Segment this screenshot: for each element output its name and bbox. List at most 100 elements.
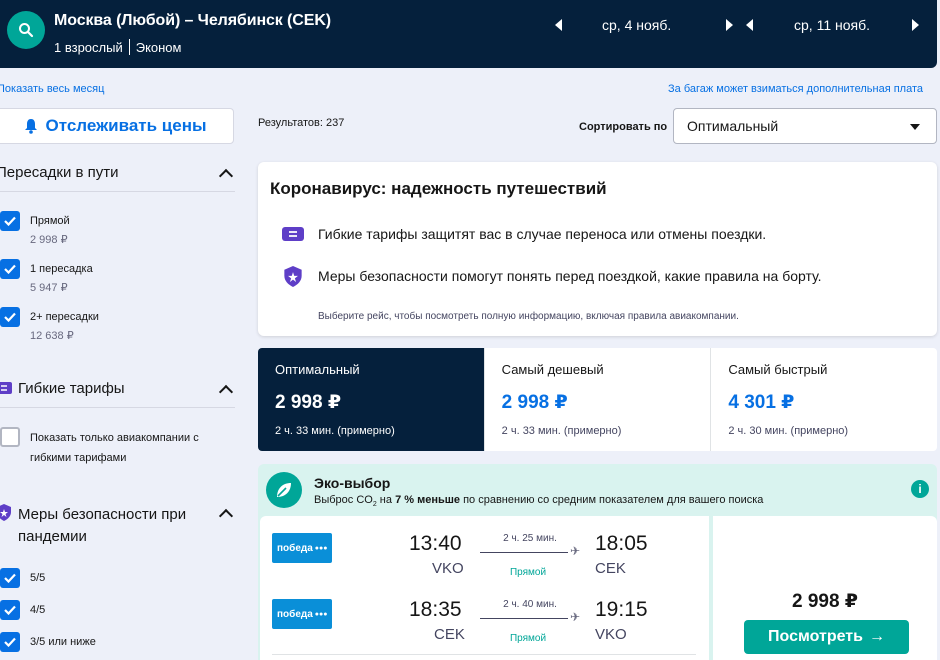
direct-checkbox[interactable] (0, 211, 20, 231)
depart-date[interactable]: ср, 4 нояб. (602, 17, 726, 33)
check-icon (4, 573, 16, 583)
flex-filter-title[interactable]: Гибкие тарифы (18, 380, 125, 397)
airline-logo: победа ●●● (272, 599, 332, 629)
passenger-info[interactable]: 1 взрослый Эконом (54, 39, 181, 55)
outbound-arrive-code: CEK (595, 560, 626, 577)
safety-4-checkbox[interactable] (0, 600, 20, 620)
two-plus-stops-checkbox[interactable] (0, 307, 20, 327)
offer-price: 2 998 ₽ (791, 591, 859, 612)
plane-icon: ✈ (570, 610, 581, 624)
safety-5-checkbox[interactable] (0, 568, 20, 588)
return-arrive-time: 19:15 (595, 598, 648, 621)
outbound-depart-time: 13:40 (409, 532, 462, 555)
cabin-label: Эконом (135, 39, 182, 55)
outbound-duration: 2 ч. 25 мин. (503, 533, 557, 544)
prev-depart-date-icon[interactable] (555, 19, 562, 31)
one-stop-checkbox[interactable] (0, 259, 20, 279)
outbound-stops: Прямой (509, 567, 547, 578)
collapse-stops-icon[interactable] (218, 168, 234, 184)
info-icon[interactable]: i (911, 480, 929, 498)
tab-best-time: 2 ч. 33 мин. (примерно) (275, 425, 395, 437)
whole-month-link[interactable]: Показать весь месяц (0, 83, 104, 95)
flex-ticket-icon (0, 381, 12, 395)
return-date[interactable]: ср, 11 нояб. (794, 17, 912, 33)
direct-price: 2 998 ₽ (30, 234, 68, 246)
tab-fastest-price: 4 301 ₽ (728, 392, 795, 413)
price-panel: 2 998 ₽ Посмотреть → (713, 516, 937, 660)
tab-best[interactable]: Оптимальный 2 998 ₽ 2 ч. 33 мин. (пример… (258, 348, 485, 451)
tab-fastest[interactable]: Самый быстрый 4 301 ₽ 2 ч. 30 мин. (прим… (711, 348, 937, 451)
return-stops: Прямой (509, 633, 547, 644)
two-plus-stops-label: 2+ пересадки (30, 311, 99, 323)
route-line (480, 552, 568, 553)
divider (272, 654, 696, 655)
route-title[interactable]: Москва (Любой) – Челябинск (CEK) (54, 12, 331, 30)
arrow-right-icon: → (868, 628, 885, 645)
covid-flex-line: Гибкие тарифы защитят вас в случае перен… (282, 223, 766, 245)
direct-label: Прямой (30, 215, 70, 227)
flex-only-checkbox[interactable] (0, 427, 20, 447)
return-arrive-code: VKO (595, 626, 627, 643)
dropdown-arrow-icon (910, 124, 920, 130)
return-duration: 2 ч. 40 мин. (503, 599, 557, 610)
prev-return-date-icon[interactable] (746, 19, 753, 31)
divider (0, 191, 235, 192)
safety-3-label: 3/5 или ниже (30, 636, 96, 648)
track-prices-label: Отслеживать цены (45, 116, 207, 135)
collapse-flex-icon[interactable] (218, 384, 234, 400)
return-depart-code: CEK (434, 626, 465, 643)
tab-fastest-time: 2 ч. 30 мин. (примерно) (728, 425, 849, 437)
outbound-arrive-time: 18:05 (595, 532, 648, 555)
view-deal-button[interactable]: Посмотреть → (744, 620, 909, 654)
baggage-fee-link[interactable]: За багаж может взиматься дополнительная … (668, 83, 923, 95)
safety-filter-title[interactable]: Меры безопасности при пандемии (18, 504, 214, 548)
one-stop-label: 1 пересадка (30, 263, 93, 275)
outbound-depart-code: VKO (432, 560, 464, 577)
eco-sub-prefix: Выброс CO (314, 494, 373, 506)
flex-only-label: Показать только авиакомпании с гибкими т… (30, 432, 199, 464)
tab-cheapest-time: 2 ч. 33 мин. (примерно) (501, 425, 622, 437)
airline-logo: победа ●●● (272, 533, 332, 563)
eco-sub-bold: 7 % меньше (395, 494, 461, 506)
collapse-safety-icon[interactable] (218, 508, 234, 524)
return-date-selector: ср, 11 нояб. (746, 12, 919, 38)
airline-name: победа (277, 542, 313, 554)
safety-filter-title-text: Меры безопасности при пандемии (18, 506, 187, 545)
two-plus-stops-price: 12 638 ₽ (30, 330, 74, 342)
airline-name: победа (277, 608, 313, 620)
track-prices-button[interactable]: Отслеживать цены (0, 108, 234, 144)
tab-cheapest-name: Самый дешевый (501, 362, 604, 377)
check-icon (4, 312, 16, 322)
view-deal-label: Посмотреть (768, 628, 863, 645)
sort-select[interactable]: Оптимальный (673, 108, 937, 144)
next-return-date-icon[interactable] (912, 19, 919, 31)
sort-label: Сортировать по (579, 121, 668, 133)
bell-icon (24, 119, 37, 134)
eco-sub-mid: на (376, 494, 396, 506)
depart-date-selector: ср, 4 нояб. (555, 12, 733, 38)
search-button[interactable] (7, 11, 45, 49)
plane-icon: ✈ (570, 544, 581, 558)
leaf-icon (266, 472, 302, 508)
stops-filter-title[interactable]: Пересадки в пути (0, 164, 119, 181)
covid-safety-line: Меры безопасности помогут понять перед п… (282, 265, 822, 287)
tab-cheapest[interactable]: Самый дешевый 2 998 ₽ 2 ч. 33 мин. (прим… (485, 348, 712, 451)
flight-result-card[interactable]: победа ●●● 13:40 VKO 2 ч. 25 мин. ✈ Прямо… (260, 516, 709, 660)
next-depart-date-icon[interactable] (726, 19, 733, 31)
check-icon (4, 216, 16, 226)
safety-4-label: 4/5 (30, 604, 46, 616)
route-line (480, 618, 568, 619)
safety-3-checkbox[interactable] (0, 632, 20, 652)
results-count: Результатов: 237 (258, 117, 345, 129)
tab-cheapest-price: 2 998 ₽ (501, 392, 568, 413)
search-icon (19, 23, 34, 38)
search-header: Москва (Любой) – Челябинск (CEK) 1 взрос… (0, 0, 937, 68)
check-icon (4, 605, 16, 615)
shield-icon (282, 265, 304, 287)
eco-title: Эко-выбор (314, 475, 391, 491)
tab-best-price: 2 998 ₽ (275, 392, 342, 413)
sort-value: Оптимальный (687, 118, 779, 134)
one-stop-price: 5 947 ₽ (30, 282, 68, 294)
eco-sub-suffix: по сравнению со средним показателем для … (460, 494, 764, 506)
covid-title: Коронавирус: надежность путешествий (270, 179, 607, 198)
